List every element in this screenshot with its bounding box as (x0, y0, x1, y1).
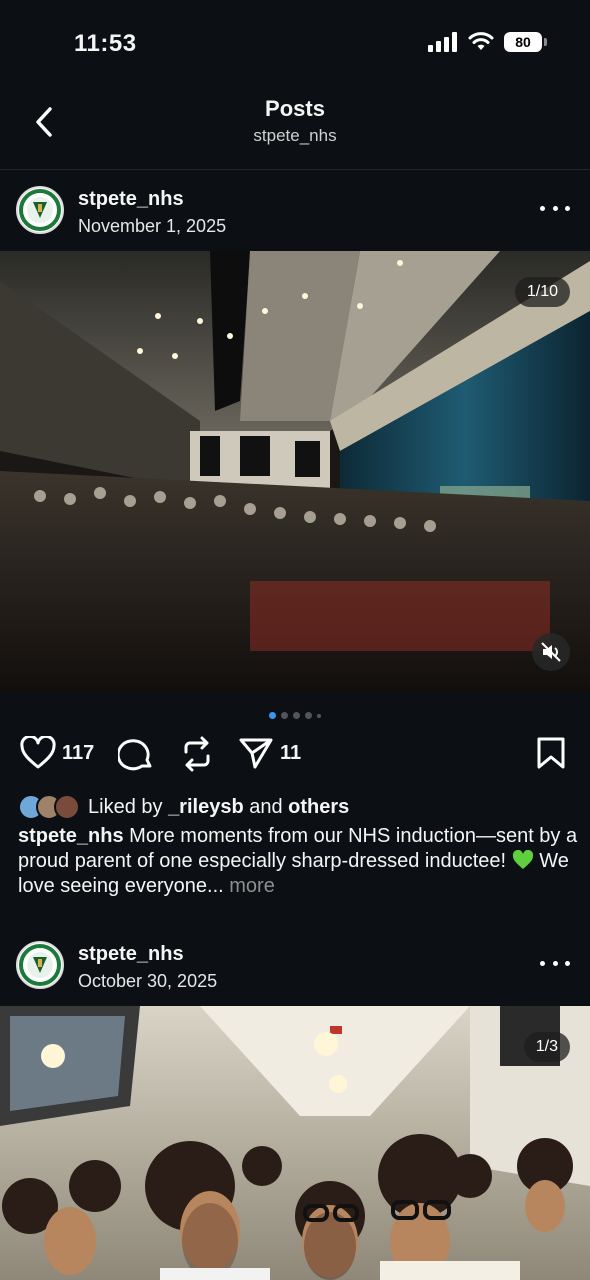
status-time: 11:53 (74, 30, 137, 57)
more-options-button[interactable] (540, 198, 570, 218)
auditorium-photo (0, 251, 590, 693)
status-bar: 11:53 80 (0, 0, 590, 80)
media-counter-badge: 1/10 (514, 277, 570, 307)
signal-icon (428, 32, 457, 52)
nhs-logo-icon (19, 189, 61, 231)
mute-button[interactable] (532, 633, 570, 671)
caption-more-link[interactable]: more (229, 875, 275, 897)
post-caption: stpete_nhs More moments from our NHS ind… (18, 824, 578, 899)
heart-icon (20, 736, 56, 769)
liked-by-others[interactable]: others (288, 796, 349, 818)
carousel-dot (317, 713, 321, 718)
likes-text: Liked by _rileysb and others (88, 795, 350, 818)
page-subtitle: stpete_nhs (253, 126, 337, 145)
bookmark-icon (537, 737, 565, 769)
post-username[interactable]: stpete_nhs (78, 943, 184, 966)
carousel-dot (305, 712, 312, 719)
liked-by-user[interactable]: _rileysb (168, 796, 244, 818)
share-button[interactable]: 11 (238, 736, 301, 770)
comment-bubble-icon (118, 739, 152, 771)
repost-icon (184, 736, 210, 772)
avatar (54, 794, 80, 820)
carousel-dot (293, 712, 300, 719)
carousel-indicator (0, 712, 590, 719)
speaker-muted-icon (541, 642, 561, 662)
post-header: stpete_nhs October 30, 2025 (0, 927, 590, 1007)
like-count: 117 (62, 741, 95, 764)
like-button[interactable]: 117 (20, 736, 94, 770)
post-username[interactable]: stpete_nhs (78, 188, 184, 211)
carousel-dot-active (269, 712, 276, 719)
wifi-icon (468, 32, 494, 50)
save-button[interactable] (536, 736, 566, 770)
page-title: Posts (265, 96, 325, 121)
liker-avatars (18, 794, 80, 820)
post-date: November 1, 2025 (78, 216, 227, 236)
comment-button[interactable] (118, 736, 154, 772)
avatar[interactable] (16, 941, 64, 989)
nhs-logo-icon (19, 944, 61, 986)
more-horizontal-icon (540, 960, 545, 966)
green-heart-icon (512, 850, 533, 869)
avatar[interactable] (16, 186, 64, 234)
post-header: stpete_nhs November 1, 2025 (0, 172, 590, 252)
post-actions: 117 11 (0, 736, 590, 780)
carousel-dot (281, 712, 288, 719)
post-media[interactable]: 1/10 (0, 251, 590, 693)
share-count: 11 (280, 741, 302, 764)
post-date: October 30, 2025 (78, 971, 218, 991)
media-counter-badge: 1/3 (523, 1032, 570, 1062)
repost-button[interactable] (180, 736, 214, 772)
battery-indicator: 80 (504, 32, 547, 52)
post-media[interactable]: 1/3 (0, 1006, 590, 1280)
nav-header: Posts stpete_nhs (0, 80, 590, 170)
caption-username[interactable]: stpete_nhs (18, 825, 124, 847)
likes-summary[interactable]: Liked by _rileysb and others (18, 794, 349, 820)
status-icons: 80 (428, 32, 547, 52)
hallway-photo (0, 1006, 590, 1280)
more-horizontal-icon (540, 205, 545, 211)
paper-plane-icon (239, 738, 273, 769)
more-options-button[interactable] (540, 953, 570, 973)
